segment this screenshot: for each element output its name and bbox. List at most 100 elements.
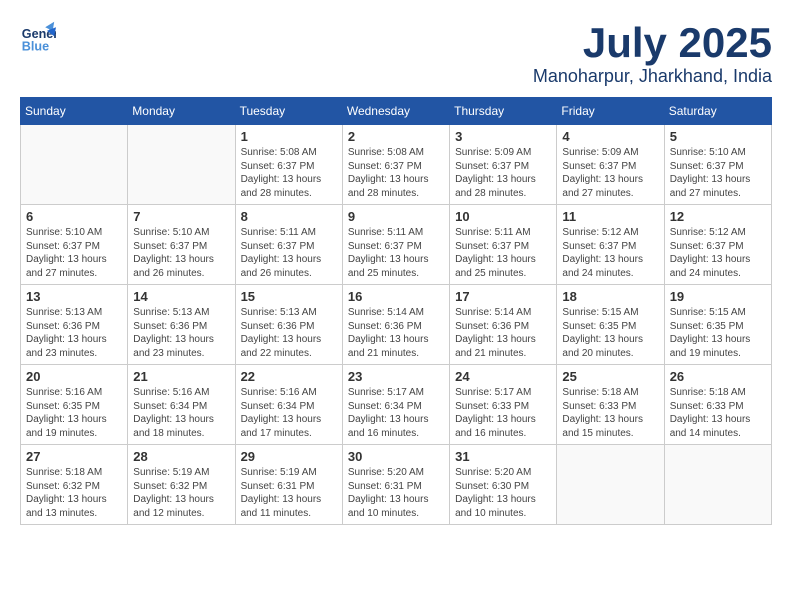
week-row-5: 27 Sunrise: 5:18 AMSunset: 6:32 PMDayligh… (21, 445, 772, 525)
calendar-cell: 9 Sunrise: 5:11 AMSunset: 6:37 PMDaylight… (342, 205, 449, 285)
day-info: Sunrise: 5:11 AMSunset: 6:37 PMDaylight:… (241, 226, 337, 280)
day-info: Sunrise: 5:20 AMSunset: 6:31 PMDaylight:… (348, 466, 444, 520)
calendar-cell: 27 Sunrise: 5:18 AMSunset: 6:32 PMDayligh… (21, 445, 128, 525)
day-number: 8 (241, 209, 337, 224)
calendar-cell: 18 Sunrise: 5:15 AMSunset: 6:35 PMDayligh… (557, 285, 664, 365)
calendar-cell: 23 Sunrise: 5:17 AMSunset: 6:34 PMDayligh… (342, 365, 449, 445)
day-number: 17 (455, 289, 551, 304)
weekday-header-row: SundayMondayTuesdayWednesdayThursdayFrid… (21, 98, 772, 125)
calendar-cell: 17 Sunrise: 5:14 AMSunset: 6:36 PMDayligh… (450, 285, 557, 365)
day-info: Sunrise: 5:11 AMSunset: 6:37 PMDaylight:… (455, 226, 551, 280)
calendar-cell: 28 Sunrise: 5:19 AMSunset: 6:32 PMDayligh… (128, 445, 235, 525)
calendar-cell: 21 Sunrise: 5:16 AMSunset: 6:34 PMDayligh… (128, 365, 235, 445)
calendar-cell: 11 Sunrise: 5:12 AMSunset: 6:37 PMDayligh… (557, 205, 664, 285)
day-number: 12 (670, 209, 766, 224)
week-row-3: 13 Sunrise: 5:13 AMSunset: 6:36 PMDayligh… (21, 285, 772, 365)
day-info: Sunrise: 5:09 AMSunset: 6:37 PMDaylight:… (562, 146, 658, 200)
calendar-cell: 26 Sunrise: 5:18 AMSunset: 6:33 PMDayligh… (664, 365, 771, 445)
calendar-cell: 31 Sunrise: 5:20 AMSunset: 6:30 PMDayligh… (450, 445, 557, 525)
day-info: Sunrise: 5:11 AMSunset: 6:37 PMDaylight:… (348, 226, 444, 280)
calendar-cell: 24Sunrise: 5:17 AMSunset: 6:33 PMDayligh… (450, 365, 557, 445)
calendar-cell: 7Sunrise: 5:10 AMSunset: 6:37 PMDaylight… (128, 205, 235, 285)
day-number: 13 (26, 289, 122, 304)
calendar-cell: 3 Sunrise: 5:09 AMSunset: 6:37 PMDaylight… (450, 125, 557, 205)
calendar-cell: 29Sunrise: 5:19 AMSunset: 6:31 PMDayligh… (235, 445, 342, 525)
day-info: Sunrise: 5:16 AMSunset: 6:34 PMDaylight:… (133, 386, 229, 440)
month-title: July 2025 (533, 20, 772, 66)
day-number: 22 (241, 369, 337, 384)
day-info: Sunrise: 5:09 AMSunset: 6:37 PMDaylight:… (455, 146, 551, 200)
calendar-cell: 6 Sunrise: 5:10 AMSunset: 6:37 PMDaylight… (21, 205, 128, 285)
day-number: 5 (670, 129, 766, 144)
day-info: Sunrise: 5:16 AMSunset: 6:35 PMDaylight:… (26, 386, 122, 440)
day-number: 3 (455, 129, 551, 144)
day-number: 21 (133, 369, 229, 384)
week-row-1: 1 Sunrise: 5:08 AMSunset: 6:37 PMDaylight… (21, 125, 772, 205)
title-area: July 2025 Manoharpur, Jharkhand, India (533, 20, 772, 87)
day-info: Sunrise: 5:15 AMSunset: 6:35 PMDaylight:… (562, 306, 658, 360)
day-number: 23 (348, 369, 444, 384)
calendar-cell: 30 Sunrise: 5:20 AMSunset: 6:31 PMDayligh… (342, 445, 449, 525)
day-info: Sunrise: 5:08 AMSunset: 6:37 PMDaylight:… (348, 146, 444, 200)
day-info: Sunrise: 5:17 AMSunset: 6:34 PMDaylight:… (348, 386, 444, 440)
day-info: Sunrise: 5:13 AMSunset: 6:36 PMDaylight:… (133, 306, 229, 360)
day-info: Sunrise: 5:19 AMSunset: 6:32 PMDaylight:… (133, 466, 229, 520)
day-number: 28 (133, 449, 229, 464)
calendar-cell: 15Sunrise: 5:13 AMSunset: 6:36 PMDayligh… (235, 285, 342, 365)
week-row-4: 20 Sunrise: 5:16 AMSunset: 6:35 PMDayligh… (21, 365, 772, 445)
day-info: Sunrise: 5:13 AMSunset: 6:36 PMDaylight:… (26, 306, 122, 360)
day-number: 7 (133, 209, 229, 224)
day-info: Sunrise: 5:14 AMSunset: 6:36 PMDaylight:… (455, 306, 551, 360)
day-number: 2 (348, 129, 444, 144)
day-info: Sunrise: 5:17 AMSunset: 6:33 PMDaylight:… (455, 386, 551, 440)
weekday-header-saturday: Saturday (664, 98, 771, 125)
day-info: Sunrise: 5:20 AMSunset: 6:30 PMDaylight:… (455, 466, 551, 520)
calendar-cell (664, 445, 771, 525)
day-info: Sunrise: 5:18 AMSunset: 6:33 PMDaylight:… (562, 386, 658, 440)
calendar-cell (557, 445, 664, 525)
day-number: 6 (26, 209, 122, 224)
day-number: 9 (348, 209, 444, 224)
day-info: Sunrise: 5:18 AMSunset: 6:33 PMDaylight:… (670, 386, 766, 440)
day-number: 18 (562, 289, 658, 304)
day-number: 4 (562, 129, 658, 144)
day-number: 25 (562, 369, 658, 384)
weekday-header-friday: Friday (557, 98, 664, 125)
calendar-cell (128, 125, 235, 205)
calendar-cell: 19 Sunrise: 5:15 AMSunset: 6:35 PMDayligh… (664, 285, 771, 365)
day-number: 14 (133, 289, 229, 304)
weekday-header-tuesday: Tuesday (235, 98, 342, 125)
day-number: 30 (348, 449, 444, 464)
day-number: 1 (241, 129, 337, 144)
calendar-cell: 20 Sunrise: 5:16 AMSunset: 6:35 PMDayligh… (21, 365, 128, 445)
day-info: Sunrise: 5:14 AMSunset: 6:36 PMDaylight:… (348, 306, 444, 360)
weekday-header-sunday: Sunday (21, 98, 128, 125)
logo: General Blue (20, 20, 56, 56)
week-row-2: 6 Sunrise: 5:10 AMSunset: 6:37 PMDaylight… (21, 205, 772, 285)
day-info: Sunrise: 5:19 AMSunset: 6:31 PMDaylight:… (241, 466, 337, 520)
calendar-cell: 1Sunrise: 5:08 AMSunset: 6:37 PMDaylight… (235, 125, 342, 205)
day-info: Sunrise: 5:12 AMSunset: 6:37 PMDaylight:… (670, 226, 766, 280)
calendar-cell: 16 Sunrise: 5:14 AMSunset: 6:36 PMDayligh… (342, 285, 449, 365)
day-number: 16 (348, 289, 444, 304)
logo-icon: General Blue (20, 20, 56, 56)
day-info: Sunrise: 5:13 AMSunset: 6:36 PMDaylight:… (241, 306, 337, 360)
day-number: 20 (26, 369, 122, 384)
calendar-cell: 5 Sunrise: 5:10 AMSunset: 6:37 PMDaylight… (664, 125, 771, 205)
day-info: Sunrise: 5:10 AMSunset: 6:37 PMDaylight:… (670, 146, 766, 200)
page-header: General Blue July 2025 Manoharpur, Jhark… (20, 20, 772, 87)
day-number: 11 (562, 209, 658, 224)
weekday-header-wednesday: Wednesday (342, 98, 449, 125)
calendar-cell: 25 Sunrise: 5:18 AMSunset: 6:33 PMDayligh… (557, 365, 664, 445)
calendar-cell (21, 125, 128, 205)
day-info: Sunrise: 5:15 AMSunset: 6:35 PMDaylight:… (670, 306, 766, 360)
day-number: 31 (455, 449, 551, 464)
day-number: 19 (670, 289, 766, 304)
day-number: 26 (670, 369, 766, 384)
calendar-cell: 12 Sunrise: 5:12 AMSunset: 6:37 PMDayligh… (664, 205, 771, 285)
day-info: Sunrise: 5:12 AMSunset: 6:37 PMDaylight:… (562, 226, 658, 280)
day-number: 27 (26, 449, 122, 464)
day-info: Sunrise: 5:18 AMSunset: 6:32 PMDaylight:… (26, 466, 122, 520)
calendar-cell: 13 Sunrise: 5:13 AMSunset: 6:36 PMDayligh… (21, 285, 128, 365)
day-info: Sunrise: 5:10 AMSunset: 6:37 PMDaylight:… (26, 226, 122, 280)
